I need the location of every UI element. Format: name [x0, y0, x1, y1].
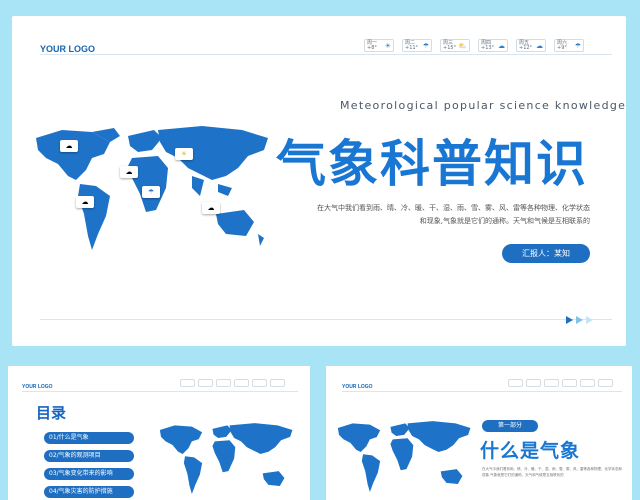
weather-card: 周六 +9° ☂ [554, 39, 584, 52]
slide-pager[interactable] [566, 316, 593, 324]
header-divider [342, 391, 622, 392]
sun-cloud-icon: ⛅ [458, 41, 467, 50]
english-subtitle: Meteorological popular science knowledge [340, 99, 626, 112]
arrow-icon [586, 316, 593, 324]
sun-icon: ☀ [175, 148, 193, 160]
weather-card [198, 379, 213, 387]
section-description: 在大气中我们看到雨、晴、冷、暖、干、湿、雨、雪、雾、风、雷等各种物理、化学状态和… [482, 467, 622, 477]
footer-divider [40, 319, 612, 320]
toc-item[interactable]: 02/气象的观测项目 [44, 450, 134, 462]
header-divider [40, 54, 612, 55]
weather-card [562, 379, 577, 387]
sun-icon: ☀ [384, 41, 391, 50]
weather-card: 周一 +8° ☀ [364, 39, 394, 52]
page-title: 气象科普知识 [276, 135, 588, 193]
section-title: 什么是气象 [480, 440, 581, 462]
weather-card [508, 379, 523, 387]
weather-card [580, 379, 595, 387]
weather-card [270, 379, 285, 387]
weather-card: 周四 +13° ☁ [478, 39, 508, 52]
cloud-icon: ☁ [60, 140, 78, 152]
weather-card [544, 379, 559, 387]
world-map-image [159, 423, 293, 494]
toc-title: 目录 [36, 404, 67, 422]
weather-cards: 周一 +8° ☀ 周二 +11° ☂ 周三 +15° ⛅ 周四 +13° ☁ 周五 +12° ☁ 周… [364, 39, 584, 52]
world-map-image [337, 421, 471, 492]
cloud-icon: ☁ [76, 196, 94, 208]
logo: YOUR LOGO [40, 44, 96, 54]
weather-card [234, 379, 249, 387]
logo: YOUR LOGO [342, 384, 373, 390]
section-slide-thumbnail[interactable]: YOUR LOGO [326, 366, 632, 500]
cloud-icon: ☁ [536, 41, 543, 50]
cloud-icon: ☁ [498, 41, 505, 50]
toc-item[interactable]: 01/什么是气象 [44, 432, 134, 444]
rain-icon: ☂ [422, 41, 429, 50]
weather-card [526, 379, 541, 387]
reporter-button[interactable]: 汇报人：某知 [502, 244, 590, 263]
weather-card: 周三 +15° ⛅ [440, 39, 470, 52]
weather-cards [508, 379, 613, 387]
weather-card [216, 379, 231, 387]
weather-card: 周二 +11° ☂ [402, 39, 432, 52]
title-description: 在大气中我们看到雨、晴、冷、暖、干、湿、雨、雪、雾、风、雷等各种物理、化学状态和… [317, 204, 590, 225]
cloud-icon: ☁ [120, 166, 138, 178]
main-slide[interactable]: YOUR LOGO 周一 +8° ☀ 周二 +11° ☂ 周三 +15° ⛅ 周四 +13° ☁… [12, 16, 626, 346]
toc-item[interactable]: 03/气象变化带来的影响 [44, 468, 134, 480]
arrow-icon [566, 316, 573, 324]
logo: YOUR LOGO [22, 384, 53, 390]
cloud-icon: ☁ [202, 202, 220, 214]
weather-card [598, 379, 613, 387]
rain-icon: ☂ [574, 41, 581, 50]
header-divider [22, 391, 298, 392]
weather-card [180, 379, 195, 387]
toc-item[interactable]: 04/气象灾害的防护措施 [44, 486, 134, 498]
weather-cards [180, 379, 285, 387]
weather-card [252, 379, 267, 387]
weather-card: 周五 +12° ☁ [516, 39, 546, 52]
section-badge: 第一部分 [482, 420, 538, 432]
rain-icon: ☂ [142, 186, 160, 198]
arrow-icon [576, 316, 583, 324]
